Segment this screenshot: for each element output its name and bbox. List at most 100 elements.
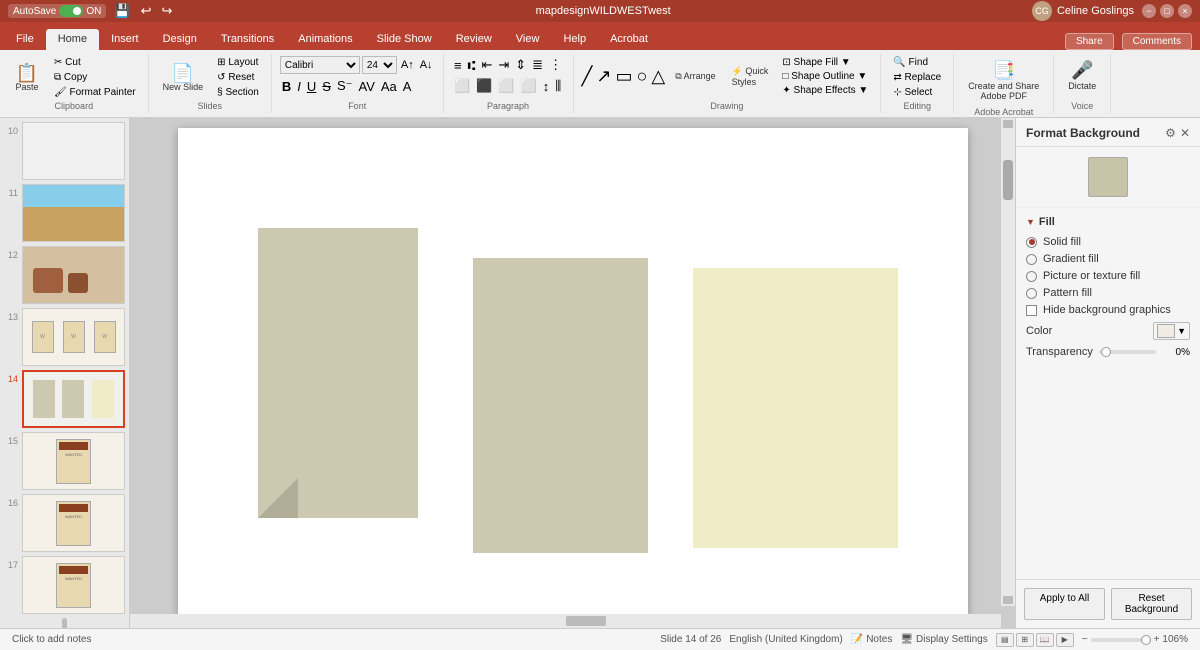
cut-button[interactable]: ✂ Cut — [50, 56, 140, 69]
paste-button[interactable]: 📋 Paste — [8, 60, 46, 96]
shape-3[interactable] — [693, 268, 898, 548]
shapes-icon[interactable]: △ — [651, 66, 665, 87]
slide-thumb-10[interactable]: 10 — [4, 122, 125, 180]
tab-file[interactable]: File — [4, 29, 46, 50]
tab-review[interactable]: Review — [444, 29, 504, 50]
zoom-out-icon[interactable]: − — [1082, 634, 1088, 645]
tab-slideshow[interactable]: Slide Show — [365, 29, 444, 50]
transparency-slider[interactable] — [1099, 350, 1156, 354]
reset-button[interactable]: ↺ Reset — [213, 71, 263, 84]
comments-button[interactable]: Comments — [1122, 33, 1192, 50]
line-spacing-icon[interactable]: ↕ — [541, 78, 552, 95]
align-text-icon[interactable]: ≣ — [530, 56, 545, 74]
minimize-button[interactable]: − — [1142, 4, 1156, 18]
oval-icon[interactable]: ○ — [637, 66, 648, 87]
select-button[interactable]: ⊹ Select — [889, 86, 945, 99]
undo-icon[interactable]: ↩ — [139, 2, 154, 20]
share-button[interactable]: Share — [1065, 33, 1114, 50]
slideshow-button[interactable]: ▶ — [1056, 633, 1074, 647]
solid-fill-option[interactable]: Solid fill — [1026, 236, 1190, 248]
tab-insert[interactable]: Insert — [99, 29, 151, 50]
align-right-icon[interactable]: ⬜ — [496, 77, 516, 95]
redo-icon[interactable]: ↪ — [159, 2, 174, 20]
zoom-in-icon[interactable]: + — [1154, 634, 1160, 645]
decrease-font-icon[interactable]: A↓ — [418, 58, 435, 72]
font-size-select[interactable]: 24 — [362, 56, 397, 74]
format-painter-button[interactable]: 🖌 Format Painter — [50, 86, 140, 99]
bold-icon[interactable]: B — [280, 78, 293, 95]
decrease-indent-icon[interactable]: ⇤ — [479, 56, 494, 74]
close-button[interactable]: × — [1178, 4, 1192, 18]
color-dropdown-icon[interactable]: ▼ — [1177, 326, 1186, 336]
shape-effects-button[interactable]: ✦ Shape Effects ▼ — [778, 84, 872, 97]
dictate-button[interactable]: 🎤 Dictate — [1062, 56, 1102, 95]
find-button[interactable]: 🔍 Find — [889, 56, 945, 69]
tab-transitions[interactable]: Transitions — [209, 29, 286, 50]
color-swatch[interactable]: ▼ — [1153, 322, 1190, 340]
slide-thumb-16[interactable]: 16 WANTED — [4, 494, 125, 552]
slide-thumb-11[interactable]: 11 — [4, 184, 125, 242]
char-spacing-icon[interactable]: AV — [356, 78, 376, 95]
slide-thumb-14[interactable]: 14 — [4, 370, 125, 428]
justify-icon[interactable]: ⬜ — [519, 77, 539, 95]
shape-1[interactable] — [258, 228, 418, 518]
vertical-scrollbar[interactable] — [1001, 118, 1015, 606]
text-direction-icon[interactable]: ⇕ — [513, 56, 528, 74]
tab-home[interactable]: Home — [46, 29, 99, 50]
hide-bg-option[interactable]: Hide background graphics — [1026, 304, 1190, 316]
gradient-fill-radio[interactable] — [1026, 254, 1037, 265]
columns-icon[interactable]: ⫼ — [553, 77, 563, 95]
shadow-icon[interactable]: S⁻ — [335, 77, 355, 95]
normal-view-button[interactable]: ▤ — [996, 633, 1014, 647]
scroll-thumb-v[interactable] — [1003, 160, 1013, 200]
tab-help[interactable]: Help — [551, 29, 598, 50]
strikethrough-icon[interactable]: S — [320, 78, 333, 95]
slide-thumb-12[interactable]: 12 — [4, 246, 125, 304]
notes-click-area[interactable]: Click to add notes — [12, 634, 650, 645]
zoom-thumb[interactable] — [1141, 635, 1151, 645]
save-icon[interactable]: 💾 — [112, 2, 132, 20]
gradient-fill-option[interactable]: Gradient fill — [1026, 253, 1190, 265]
section-button[interactable]: § Section — [213, 86, 263, 99]
display-settings-item[interactable]: 🖥 Display Settings — [900, 634, 987, 645]
notes-status-item[interactable]: 📝 Notes — [851, 634, 893, 645]
tab-view[interactable]: View — [504, 29, 552, 50]
replace-button[interactable]: ⇄ Replace — [889, 71, 945, 84]
tab-animations[interactable]: Animations — [286, 29, 364, 50]
pattern-fill-radio[interactable] — [1026, 288, 1037, 299]
arrow-icon[interactable]: ↗ — [596, 66, 611, 87]
bullets-icon[interactable]: ≡ — [452, 57, 464, 74]
numbering-icon[interactable]: ⑆ — [466, 57, 478, 74]
underline-icon[interactable]: U — [305, 78, 318, 95]
arrange-button[interactable]: ⧉ Arrange — [669, 67, 721, 86]
slide-sorter-button[interactable]: ⊞ — [1016, 633, 1034, 647]
reset-background-button[interactable]: Reset Background — [1111, 588, 1192, 620]
horizontal-scrollbar[interactable] — [130, 614, 1001, 628]
slide-thumb-15[interactable]: 15 WANTED — [4, 432, 125, 490]
maximize-button[interactable]: □ — [1160, 4, 1174, 18]
hide-bg-checkbox[interactable] — [1026, 305, 1037, 316]
picture-fill-option[interactable]: Picture or texture fill — [1026, 270, 1190, 282]
italic-icon[interactable]: I — [295, 78, 303, 95]
transparency-thumb[interactable] — [1101, 347, 1111, 357]
rect-icon[interactable]: ▭ — [615, 66, 632, 87]
create-share-pdf-button[interactable]: 📑 Create and ShareAdobe PDF — [962, 56, 1045, 105]
autosave-badge[interactable]: AutoSave ON — [8, 4, 106, 18]
solid-fill-radio[interactable] — [1026, 237, 1037, 248]
layout-button[interactable]: ⊞ Layout — [213, 56, 263, 69]
font-family-select[interactable]: Calibri — [280, 56, 360, 74]
apply-to-all-button[interactable]: Apply to All — [1024, 588, 1105, 620]
picture-fill-radio[interactable] — [1026, 271, 1037, 282]
panel-close-icon[interactable]: ✕ — [1180, 126, 1190, 140]
text-size-icon[interactable]: Aa — [379, 78, 399, 95]
align-left-icon[interactable]: ⬜ — [452, 77, 472, 95]
slide-thumb-13[interactable]: 13 W W W — [4, 308, 125, 366]
tab-design[interactable]: Design — [151, 29, 209, 50]
line-icon[interactable]: ╱ — [582, 66, 593, 87]
increase-indent-icon[interactable]: ⇥ — [496, 56, 511, 74]
zoom-slider[interactable] — [1091, 638, 1151, 642]
autosave-toggle[interactable] — [59, 5, 83, 17]
copy-button[interactable]: ⧉ Copy — [50, 71, 140, 84]
tab-acrobat[interactable]: Acrobat — [598, 29, 660, 50]
align-center-icon[interactable]: ⬛ — [474, 77, 494, 95]
